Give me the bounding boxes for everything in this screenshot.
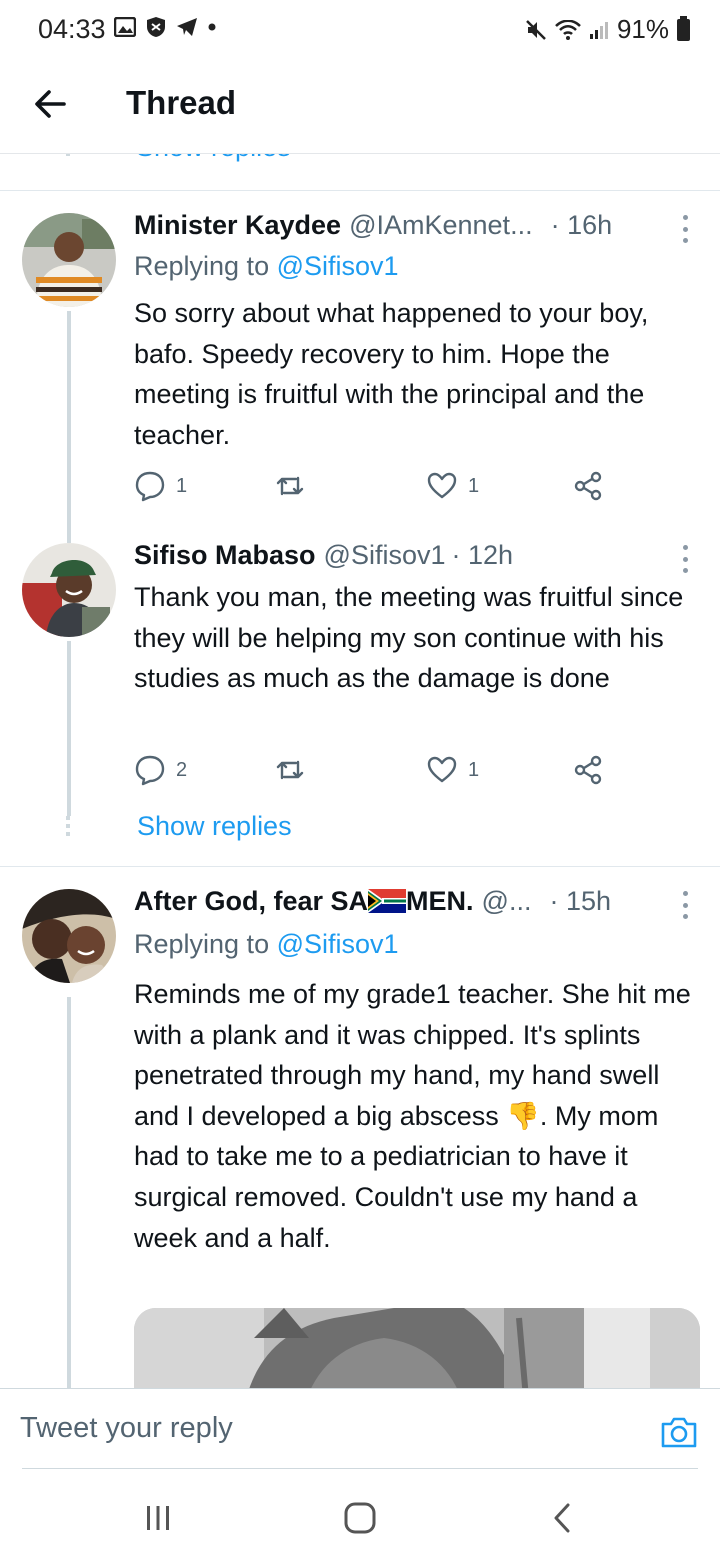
retweet-button[interactable]: [274, 754, 306, 786]
page-title: Thread: [126, 84, 237, 121]
camera-button[interactable]: [660, 1415, 698, 1449]
thread-connector: [67, 641, 71, 816]
author-handle[interactable]: @...: [482, 886, 532, 917]
author-handle[interactable]: @IAmKennet...: [349, 210, 533, 241]
like-button[interactable]: 1: [426, 754, 479, 786]
tweet-time: · 16h: [550, 210, 613, 240]
reply-composer: [0, 1388, 720, 1469]
tweet[interactable]: Sifiso Mabaso @Sifisov1 · 12h Thank you …: [0, 531, 720, 866]
avatar[interactable]: [22, 213, 116, 307]
author-name-part: After God, fear SA: [134, 886, 369, 916]
signal-icon: [589, 21, 608, 39]
speech-bubble-icon: [135, 755, 165, 786]
tweet-header: After God, fear SA MEN. @... · 15h: [134, 886, 611, 917]
replying-to-mention[interactable]: @Sifisov1: [277, 251, 399, 281]
more-options-button[interactable]: [680, 215, 690, 243]
battery-percent: 91%: [616, 14, 669, 44]
author-handle[interactable]: @Sifisov1: [324, 540, 446, 571]
retweet-button[interactable]: [274, 470, 306, 502]
tweet-actions: 2 1: [134, 754, 614, 790]
home-icon: [344, 1502, 376, 1534]
share-button[interactable]: [572, 754, 604, 786]
battery-icon: [677, 15, 690, 41]
avatar[interactable]: [22, 889, 116, 983]
more-options-button[interactable]: [680, 545, 690, 573]
thread-connector: [67, 531, 71, 543]
like-count: 1: [468, 758, 480, 781]
recent-apps-icon: [147, 1506, 169, 1530]
reply-count: 1: [176, 474, 188, 497]
avatar-image: [22, 889, 116, 983]
tweet-text: Reminds me of my grade1 teacher. She hit…: [134, 974, 700, 1258]
chevron-left-icon: [554, 1503, 570, 1533]
share-icon: [574, 471, 602, 501]
like-count: 1: [468, 474, 480, 497]
like-button[interactable]: 1: [426, 470, 479, 502]
home-button[interactable]: [340, 1500, 380, 1536]
tweet-actions: 1 1: [134, 470, 614, 506]
recent-apps-button[interactable]: [138, 1500, 178, 1536]
reply-count: 2: [176, 758, 188, 781]
tweet[interactable]: After God, fear SA MEN. @... · 15h Replyi…: [0, 867, 720, 1408]
author-name[interactable]: Minister Kaydee: [134, 210, 341, 241]
thread-header: Thread: [0, 58, 720, 154]
status-time: 04:33: [38, 14, 106, 44]
camera-icon: [661, 1417, 697, 1448]
thumbs-down-emoji: 👎: [506, 1100, 540, 1131]
more-vertical-icon: [682, 545, 688, 550]
thread-connector: [67, 997, 71, 1388]
reply-input-underline: [22, 1468, 698, 1469]
author-name[interactable]: Sifiso Mabaso: [134, 540, 316, 571]
reply-button[interactable]: 1: [134, 470, 187, 502]
status-bar: 04:33 91%: [0, 0, 720, 58]
retweet-icon: [276, 760, 304, 780]
mute-icon: [526, 19, 546, 40]
back-nav-button[interactable]: [542, 1500, 582, 1536]
arrow-left-icon: [35, 90, 66, 118]
south-africa-flag-icon: [368, 889, 407, 913]
author-name-part: MEN.: [406, 886, 474, 916]
wifi-icon: [555, 19, 581, 40]
back-button[interactable]: [30, 84, 70, 124]
avatar[interactable]: [22, 543, 116, 637]
more-vertical-icon: [682, 891, 688, 896]
tweet-header: Sifiso Mabaso @Sifisov1 · 12h: [134, 540, 513, 571]
replying-to-label: Replying to: [134, 929, 270, 959]
avatar-image: [22, 543, 116, 637]
tweet-header: Minister Kaydee @IAmKennet... · 16h: [134, 210, 612, 241]
heart-icon: [427, 472, 457, 499]
status-system-icons: 91%: [525, 14, 690, 45]
telegram-icon: [177, 18, 197, 36]
avatar-image: [22, 213, 116, 307]
tweet-text: Thank you man, the meeting was fruitful …: [134, 582, 684, 694]
status-notification-icons: [114, 16, 216, 38]
replying-to: Replying to @Sifisov1: [134, 251, 399, 282]
gallery-icon: [114, 17, 136, 37]
more-options-button[interactable]: [680, 891, 690, 919]
tweet-text: So sorry about what happened to your boy…: [134, 298, 649, 450]
speech-bubble-icon: [135, 471, 165, 502]
shield-icon: [147, 17, 165, 37]
thread-continuation-dots: [66, 816, 70, 836]
replying-to-label: Replying to: [134, 251, 270, 281]
reply-button[interactable]: 2: [134, 754, 187, 786]
retweet-icon: [276, 476, 304, 496]
thread-connector: [67, 311, 71, 531]
share-button[interactable]: [572, 470, 604, 502]
heart-icon: [427, 756, 457, 783]
dot-icon: [208, 23, 216, 31]
system-navigation-bar: [0, 1470, 720, 1560]
reply-input[interactable]: [20, 1389, 640, 1467]
tweet-time: · 12h: [451, 540, 514, 570]
replying-to-mention[interactable]: @Sifisov1: [277, 929, 399, 959]
author-name[interactable]: After God, fear SA MEN.: [134, 886, 474, 917]
tweet[interactable]: Minister Kaydee @IAmKennet... · 16h Repl…: [0, 191, 720, 531]
more-vertical-icon: [682, 215, 688, 220]
show-replies-link[interactable]: Show replies: [137, 811, 292, 842]
tweet-time: · 15h: [549, 886, 612, 916]
replying-to: Replying to @Sifisov1: [134, 929, 399, 960]
share-icon: [574, 755, 602, 785]
